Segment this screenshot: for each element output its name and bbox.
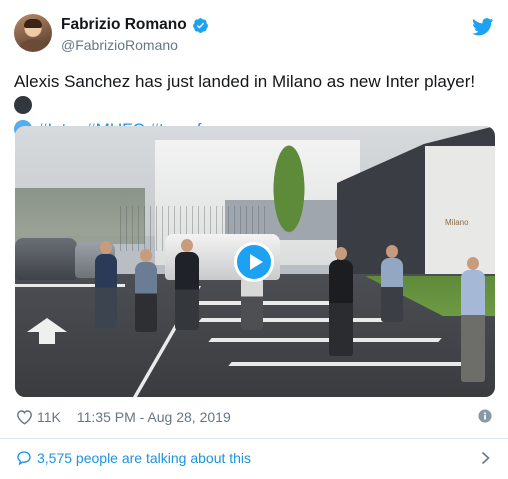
divider: [0, 438, 508, 439]
conversation-link[interactable]: 3,575 people are talking about this: [16, 448, 494, 468]
speech-bubble-icon: [17, 451, 31, 466]
road-marking: [228, 362, 482, 366]
like-count[interactable]: 11K: [37, 409, 61, 425]
scene-person: [461, 257, 485, 382]
scene-wall-sign: Milano: [445, 218, 469, 227]
scene-person: [329, 247, 353, 356]
tweet-card: Fabrizio Romano @FabrizioRomano Alexis S…: [0, 0, 508, 479]
scene-person: [241, 261, 263, 330]
chevron-right-icon[interactable]: [481, 451, 490, 465]
author-block[interactable]: Fabrizio Romano @FabrizioRomano: [61, 16, 209, 53]
author-display-name[interactable]: Fabrizio Romano: [61, 16, 187, 34]
road-marking: [188, 301, 352, 305]
tweet-timestamp[interactable]: 11:35 PM - Aug 28, 2019: [77, 409, 231, 425]
conversation-label[interactable]: 3,575 people are talking about this: [37, 450, 251, 466]
scene-car-dark: [15, 238, 77, 280]
scene-person: [135, 249, 157, 332]
road-marking: [198, 318, 402, 322]
scene-person: [95, 241, 117, 328]
scene-person: [381, 245, 403, 322]
road-marking: [208, 338, 442, 342]
tweet-header: Fabrizio Romano @FabrizioRomano: [14, 14, 494, 58]
info-icon[interactable]: [478, 409, 492, 423]
tweet-body: Alexis Sanchez has just landed in Milano…: [14, 72, 476, 91]
scene-person: [175, 239, 199, 330]
tweet-meta: 11K 11:35 PM - Aug 28, 2019: [16, 407, 494, 427]
avatar[interactable]: [14, 14, 52, 52]
play-icon: [249, 254, 263, 270]
scene-building-wall: [425, 146, 495, 276]
black-circle-emoji: [14, 96, 32, 114]
author-handle[interactable]: @FabrizioRomano: [61, 37, 209, 53]
video-thumbnail[interactable]: Milano: [15, 126, 495, 397]
video-play-button[interactable]: [234, 242, 274, 282]
verified-badge-icon: [192, 17, 208, 33]
heart-icon[interactable]: [16, 409, 33, 425]
twitter-bird-icon[interactable]: [472, 18, 494, 36]
road-arrow-marking: [27, 318, 67, 344]
